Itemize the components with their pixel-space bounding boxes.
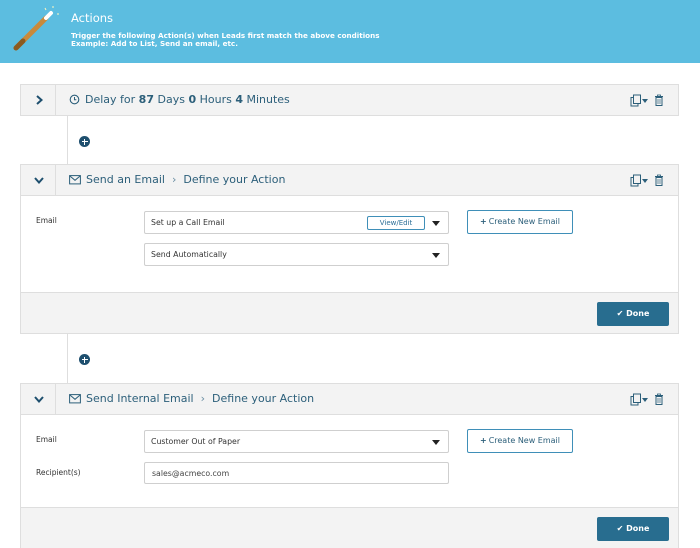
internal-email-breadcrumb: Send Internal Email › Define your Action <box>69 392 314 405</box>
done-label: Done <box>626 309 650 318</box>
delay-minutes: 4 <box>235 93 243 106</box>
send-email-crumb: Define your Action <box>183 173 286 186</box>
internal-email-footer: ✔ Done <box>21 507 678 548</box>
internal-email-select-value: Customer Out of Paper <box>151 437 241 446</box>
delay-hours-label: Hours <box>199 93 232 106</box>
recipients-label: Recipient(s) <box>36 468 81 477</box>
card-tools <box>630 174 663 187</box>
copy-dropdown-icon[interactable] <box>642 99 648 103</box>
view-edit-button[interactable]: View/Edit <box>367 216 425 230</box>
internal-email-body: Email Customer Out of Paper + Create New … <box>21 415 678 507</box>
done-button[interactable]: ✔ Done <box>597 517 669 541</box>
delay-card: Delay for 87 Days 0 Hours 4 Minutes <box>20 84 679 116</box>
connector-line <box>67 116 68 164</box>
plus-icon: + <box>479 217 487 226</box>
internal-email-select[interactable]: Customer Out of Paper <box>144 430 449 453</box>
send-mode-select[interactable]: Send Automatically <box>144 243 449 266</box>
send-email-header[interactable]: Send an Email › Define your Action <box>21 165 678 196</box>
envelope-icon <box>69 175 81 185</box>
trash-icon[interactable] <box>655 393 663 405</box>
copy-dropdown-icon[interactable] <box>642 398 648 402</box>
plus-icon: + <box>479 436 487 445</box>
send-mode-value: Send Automatically <box>151 250 227 259</box>
email-select[interactable]: Set up a Call Email View/Edit <box>144 211 449 234</box>
delay-days-label: Days <box>157 93 185 106</box>
create-new-email-label: Create New Email <box>488 217 560 226</box>
plus-circle-icon[interactable] <box>79 136 90 147</box>
collapse-toggle[interactable] <box>21 384 56 414</box>
clock-icon <box>69 94 80 105</box>
copy-icon[interactable] <box>630 174 641 187</box>
trash-icon[interactable] <box>655 174 663 186</box>
connector-line <box>67 334 68 383</box>
done-button[interactable]: ✔ Done <box>597 302 669 326</box>
check-icon: ✔ <box>616 524 624 533</box>
trash-icon[interactable] <box>655 94 663 106</box>
check-icon: ✔ <box>616 309 624 318</box>
header-title: Actions <box>71 11 114 25</box>
header-example: Example: Add to List, Send an email, etc… <box>71 39 238 48</box>
copy-icon[interactable] <box>630 393 641 406</box>
chevron-down-icon[interactable] <box>432 221 440 226</box>
chevron-down-icon[interactable] <box>432 253 440 258</box>
breadcrumb-separator: › <box>200 392 206 405</box>
recipients-value: sales@acmeco.com <box>152 469 230 478</box>
chevron-down-icon[interactable] <box>33 174 45 186</box>
internal-email-crumb: Define your Action <box>212 392 315 405</box>
internal-email-title: Send Internal Email <box>86 392 194 405</box>
delay-days: 87 <box>138 93 154 106</box>
send-email-breadcrumb: Send an Email › Define your Action <box>69 173 285 186</box>
delay-hours: 0 <box>188 93 197 106</box>
recipients-input[interactable]: sales@acmeco.com <box>144 462 449 484</box>
chevron-right-icon[interactable] <box>33 94 45 106</box>
breadcrumb-separator: › <box>171 173 177 186</box>
card-tools <box>630 393 663 406</box>
chevron-down-icon[interactable] <box>33 393 45 405</box>
copy-icon[interactable] <box>630 94 641 107</box>
send-email-card: Send an Email › Define your Action Email S… <box>20 164 679 334</box>
delay-prefix: Delay for <box>85 93 136 106</box>
delay-minutes-label: Minutes <box>246 93 290 106</box>
email-label: Email <box>36 216 57 225</box>
chevron-down-icon[interactable] <box>432 440 440 445</box>
actions-header: Actions Trigger the following Action(s) … <box>0 0 700 63</box>
delay-summary[interactable]: Delay for 87 Days 0 Hours 4 Minutes <box>69 93 290 106</box>
magic-wand-icon <box>13 6 59 51</box>
done-label: Done <box>626 524 650 533</box>
create-new-email-label: Create New Email <box>488 436 560 445</box>
send-email-footer: ✔ Done <box>21 292 678 333</box>
collapse-toggle[interactable] <box>21 165 56 195</box>
create-new-email-button[interactable]: + Create New Email <box>467 429 573 453</box>
card-tools <box>630 94 663 107</box>
delay-card-header[interactable]: Delay for 87 Days 0 Hours 4 Minutes <box>21 85 678 116</box>
copy-dropdown-icon[interactable] <box>642 179 648 183</box>
email-label: Email <box>36 435 57 444</box>
send-email-body: Email Set up a Call Email View/Edit + Cre… <box>21 196 678 292</box>
send-email-title: Send an Email <box>86 173 165 186</box>
internal-email-header[interactable]: Send Internal Email › Define your Action <box>21 384 678 415</box>
email-select-value: Set up a Call Email <box>151 218 225 227</box>
expand-toggle[interactable] <box>21 85 56 115</box>
plus-circle-icon[interactable] <box>79 354 90 365</box>
send-internal-email-card: Send Internal Email › Define your Action E… <box>20 383 679 548</box>
create-new-email-button[interactable]: + Create New Email <box>467 210 573 234</box>
envelope-icon <box>69 394 81 404</box>
